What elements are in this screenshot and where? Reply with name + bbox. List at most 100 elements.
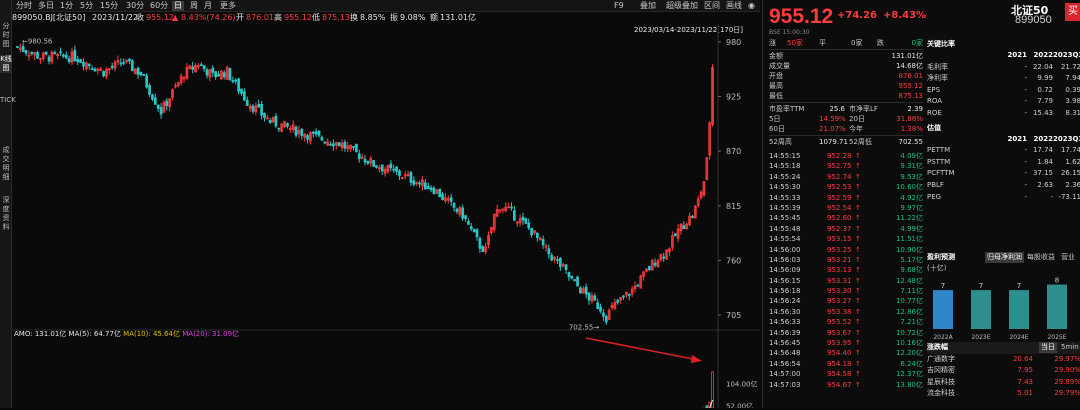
up-arrow-icon: ↑: [855, 151, 861, 161]
tick-volume: 5.17亿: [900, 255, 923, 265]
super-overlay-button[interactable]: 超级叠加: [666, 1, 698, 11]
candle-body: [410, 172, 412, 182]
tick-time: 14:55:24: [769, 172, 800, 182]
tick-time: 14:55:15: [769, 151, 800, 161]
tick-price: 953.38: [827, 307, 852, 317]
draw-line-button[interactable]: 画线: [726, 1, 742, 11]
d20-value: 31.86%: [896, 114, 923, 124]
tick-list[interactable]: 14:55:15952.28↑4.09亿14:55:18952.75↑9.31亿…: [769, 151, 923, 390]
tab-net-profit[interactable]: 归母净利润: [985, 252, 1024, 263]
period-low-label: 702.55→: [569, 323, 599, 331]
price-tick-label: 815: [726, 202, 741, 211]
tick-volume: 4.92亿: [900, 193, 923, 203]
tab-tick[interactable]: TICK: [0, 96, 12, 105]
tab-depth-data[interactable]: 深度资料: [0, 196, 12, 232]
timeframe-toolbar: 分时 多日 1分 5分 15分 30分 60分 日 周 月 更多 F9 叠加 超…: [12, 0, 760, 12]
volume-tick-label: 104.00亿: [726, 379, 758, 388]
candle-body: [585, 287, 587, 294]
candle-body: [238, 79, 240, 91]
candle-body: [301, 129, 303, 135]
tab-timeshare[interactable]: 分时图: [0, 22, 12, 49]
volume-tick-label: 52.00亿: [726, 402, 753, 408]
valuation-name: PEG: [927, 192, 941, 203]
timeframe-month[interactable]: 月: [202, 1, 214, 11]
candle-body: [453, 203, 455, 207]
timeframe-more[interactable]: 更多: [218, 1, 238, 11]
candle-body: [200, 65, 202, 66]
tick-row: 14:56:03953.21↑5.17亿: [769, 255, 923, 265]
candle-body: [353, 147, 355, 148]
tick-volume: 9.97亿: [900, 203, 923, 213]
tick-volume: 10.16亿: [896, 338, 923, 348]
timeframe-multiday[interactable]: 多日: [36, 1, 56, 11]
candle-body: [559, 258, 561, 266]
quote-label: 金额: [769, 51, 783, 61]
candle-body: [48, 57, 50, 61]
timeframe-30min[interactable]: 30分: [124, 1, 146, 11]
flat-label: 平: [819, 38, 826, 48]
tick-time: 14:56:24: [769, 296, 800, 306]
tick-volume: 7.11亿: [900, 286, 923, 296]
pin-icon[interactable]: ◉: [748, 1, 755, 11]
valuation-value: 26.15: [1053, 168, 1080, 179]
tick-row: 14:55:15952.28↑4.09亿: [769, 151, 923, 161]
tab-5min[interactable]: 5min: [1061, 342, 1079, 353]
annotation-arrowhead: [691, 355, 702, 363]
tick-row: 14:57:00954.58↑12.37亿: [769, 369, 923, 379]
tick-price: 953.13: [827, 265, 852, 275]
timeframe-week[interactable]: 周: [188, 1, 200, 11]
buy-button[interactable]: 买: [1065, 3, 1080, 21]
quote-info-bar: 899050.BJ[北证50] 2023/11/22 收 955.12 ▲ 8.…: [12, 12, 760, 24]
tab-today[interactable]: 当日: [1039, 342, 1057, 353]
mover-row[interactable]: 星辰科技7.4329.89%: [927, 377, 1080, 389]
valuation-row: PSTTM-1.841.62: [927, 157, 1080, 169]
tick-time: 14:57:03: [769, 380, 800, 390]
valuation-name: PETTM: [927, 145, 950, 156]
tab-revenue[interactable]: 营业: [1061, 252, 1075, 263]
tick-row: 14:55:39952.54↑9.97亿: [769, 203, 923, 213]
mover-row[interactable]: 流金科技5.0129.79%: [927, 388, 1080, 400]
tick-volume: 10.60亿: [896, 182, 923, 192]
timeframe-timeshare[interactable]: 分时: [14, 1, 34, 11]
mover-row[interactable]: 吉冈精密7.9529.90%: [927, 365, 1080, 377]
tab-eps[interactable]: 每股收益: [1027, 252, 1055, 263]
candle-body: [295, 127, 297, 135]
profit-tabs: 盈利预测 归母净利润 每股收益 营业: [927, 252, 1080, 263]
candle-body: [390, 164, 392, 168]
timeframe-day[interactable]: 日: [172, 1, 184, 11]
index-code: 899050.BJ[北证50]: [12, 13, 85, 23]
mover-change: 29.79%: [1037, 388, 1080, 399]
candle-body: [120, 63, 122, 64]
price-tick-label: 870: [726, 147, 741, 156]
range-button[interactable]: 区间: [704, 1, 720, 11]
timeframe-60min[interactable]: 60分: [148, 1, 170, 11]
ma5-value: 64.77亿: [94, 330, 121, 338]
quote-value: 875.13: [899, 91, 924, 101]
ma20-value: 31.09亿: [212, 330, 239, 338]
candle-body: [62, 55, 64, 56]
candle-body: [140, 72, 142, 74]
profit-bar-label: 2023E: [971, 334, 990, 341]
f9-button[interactable]: F9: [614, 1, 624, 11]
candle-body: [442, 194, 444, 199]
timeframe-15min[interactable]: 15分: [98, 1, 120, 11]
candle-body: [252, 106, 254, 111]
timeframe-5min[interactable]: 5分: [78, 1, 95, 11]
candle-body: [315, 132, 317, 134]
ratios-value: 7.94: [1053, 73, 1080, 84]
overlay-button[interactable]: 叠加: [640, 1, 656, 11]
profit-unit: (十亿): [927, 263, 1080, 273]
candle-body: [381, 165, 383, 171]
candle-body: [367, 161, 369, 163]
mover-row[interactable]: 广通数字20.6429.97%: [927, 354, 1080, 366]
tick-price: 952.53: [827, 182, 852, 192]
candle-body: [215, 72, 217, 77]
kline-chart[interactable]: 980925870815760705104.00亿52.00亿←980.5670…: [12, 24, 760, 408]
tab-trade-detail[interactable]: 成交明细: [0, 146, 12, 182]
mover-price: 7.95: [999, 365, 1033, 376]
candle-body: [321, 137, 323, 140]
fall-label: 跌: [877, 38, 884, 48]
timeframe-1min[interactable]: 1分: [58, 1, 75, 11]
tab-kline[interactable]: K线图: [0, 55, 12, 73]
candle-body: [605, 316, 607, 322]
